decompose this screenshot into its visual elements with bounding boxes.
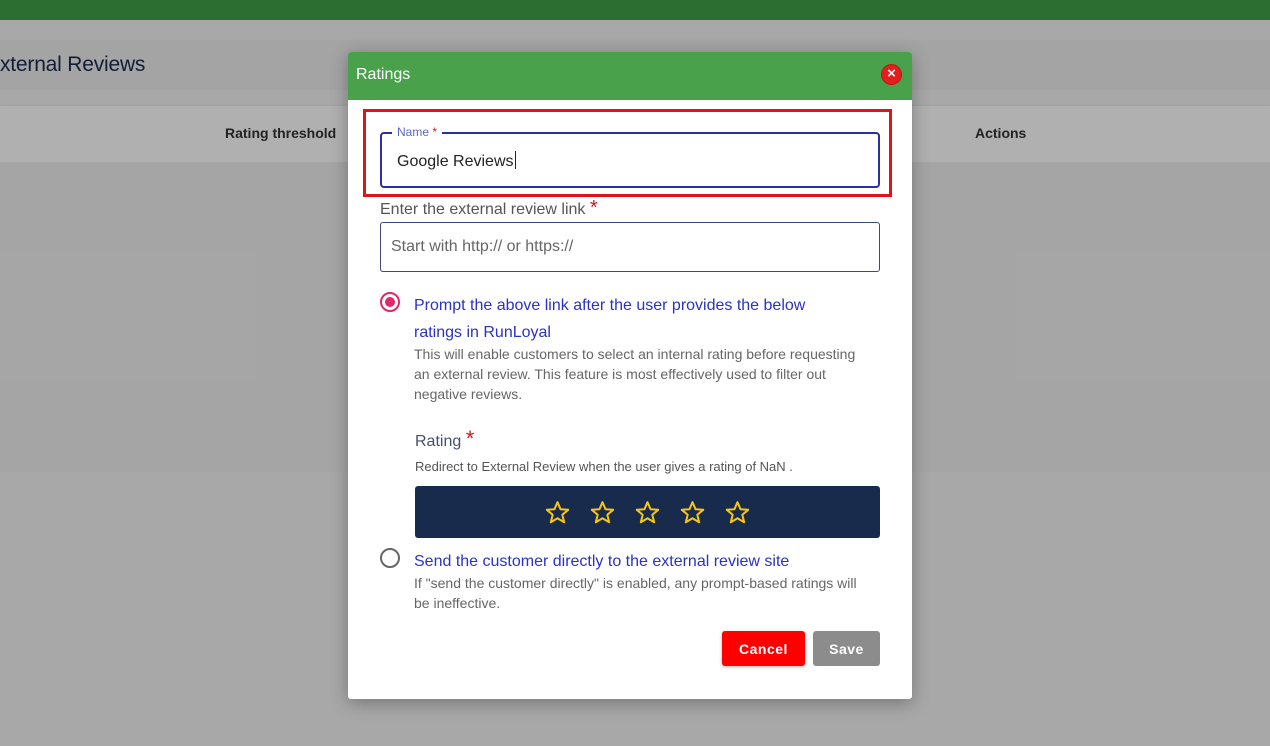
review-link-input[interactable] [380, 222, 880, 272]
text-cursor [514, 151, 516, 169]
star-icon[interactable] [589, 499, 616, 526]
cancel-button[interactable]: Cancel [722, 631, 805, 666]
required-asterisk: * [432, 125, 438, 139]
star-icon[interactable] [544, 499, 571, 526]
option-direct-title[interactable]: Send the customer directly to the extern… [414, 548, 844, 575]
ratings-dialog: Ratings × Name * Google Reviews Enter th… [348, 52, 912, 699]
link-label-text: Enter the external review link [380, 201, 586, 218]
required-asterisk: * [465, 426, 475, 451]
radio-prompt-link[interactable] [380, 292, 400, 312]
link-field-label: Enter the external review link * [380, 197, 598, 220]
star-icon[interactable] [679, 499, 706, 526]
rating-hint: Redirect to External Review when the use… [415, 459, 793, 474]
option-direct-description: If "send the customer directly" is enabl… [414, 575, 857, 611]
rating-label-text: Rating [415, 433, 462, 450]
name-field-label: Name * [392, 125, 443, 139]
star-icon[interactable] [634, 499, 661, 526]
dialog-title: Ratings [356, 66, 411, 83]
name-input[interactable]: Google Reviews [397, 151, 516, 171]
name-label-text: Name [397, 125, 430, 139]
close-icon[interactable]: × [881, 64, 902, 85]
required-asterisk: * [589, 197, 598, 219]
name-field[interactable]: Name * Google Reviews [380, 125, 880, 188]
rating-label: Rating * [415, 426, 474, 452]
star-icon[interactable] [724, 499, 751, 526]
dialog-header: Ratings × [348, 52, 912, 100]
option-prompt-description: This will enable customers to select an … [414, 346, 856, 402]
radio-send-directly[interactable] [380, 548, 400, 568]
name-input-value: Google Reviews [397, 153, 514, 170]
save-button[interactable]: Save [813, 631, 880, 666]
star-rating-bar [415, 486, 880, 538]
option-prompt-title[interactable]: Prompt the above link after the user pro… [414, 292, 844, 346]
